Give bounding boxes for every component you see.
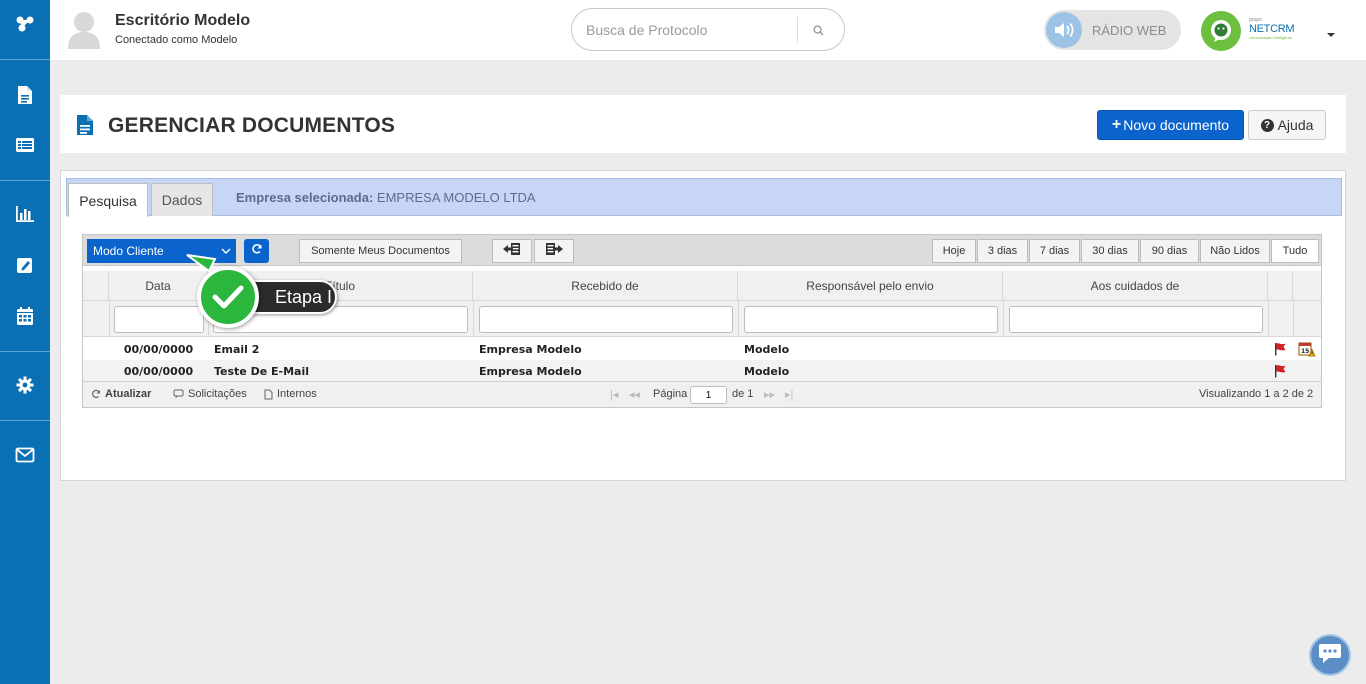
column-header-event xyxy=(1293,271,1319,301)
first-page-icon[interactable]: |◂ xyxy=(610,388,618,401)
speech-bubble-icon xyxy=(173,389,184,399)
column-header-aos-cuidados[interactable]: Aos cuidados de xyxy=(1003,271,1268,301)
cell-cuidados xyxy=(1009,360,1264,382)
column-spacer xyxy=(83,271,109,301)
protocol-search-input[interactable] xyxy=(586,19,791,41)
filter-cuidados-input[interactable] xyxy=(1009,306,1263,333)
cell-data: 00/00/0000 xyxy=(123,364,194,378)
edit-icon[interactable] xyxy=(0,245,50,285)
user-menu-caret-icon[interactable] xyxy=(1326,25,1336,43)
chart-icon[interactable] xyxy=(0,194,50,234)
tab-bar: Pesquisa Dados Empresa selecionada: EMPR… xyxy=(66,178,1342,217)
viewing-count: Visualizando 1 a 2 de 2 xyxy=(1199,388,1314,400)
cell-responsavel: Modelo xyxy=(744,342,790,356)
selected-company: Empresa selecionada: EMPRESA MODELO LTDA xyxy=(236,190,536,205)
netcrm-logo-icon[interactable] xyxy=(1201,11,1241,51)
refresh-icon xyxy=(92,389,101,399)
requests-button[interactable]: Solicitações xyxy=(173,388,247,400)
search-divider xyxy=(797,17,798,43)
tab-dados[interactable]: Dados xyxy=(151,183,213,216)
list-icon[interactable] xyxy=(0,125,50,165)
refresh-grid-button[interactable]: Atualizar xyxy=(91,388,151,400)
brand-name: NETCRM xyxy=(1249,23,1295,35)
cell-cuidados xyxy=(1009,338,1264,360)
step-callout: Etapa I xyxy=(185,253,355,329)
svg-text:15: 15 xyxy=(1301,348,1309,355)
period-90-dias-button[interactable]: 90 dias xyxy=(1140,239,1199,263)
last-page-icon[interactable]: ▸| xyxy=(785,388,793,401)
question-icon: ? xyxy=(1260,118,1274,132)
page-title: GERENCIAR DOCUMENTOS xyxy=(108,114,396,137)
internal-button[interactable]: Internos xyxy=(264,388,317,400)
grid-pager: Atualizar Solicitações Internos |◂ ◂◂ Pá… xyxy=(83,381,1321,407)
plus-icon: + xyxy=(1111,116,1122,133)
help-label: Ajuda xyxy=(1277,117,1314,133)
search-icon[interactable] xyxy=(808,20,828,40)
mail-icon[interactable] xyxy=(0,435,50,475)
radio-web-label: RÁDIO WEB xyxy=(1092,23,1167,38)
column-header-flag xyxy=(1268,271,1293,301)
checkmark-icon xyxy=(197,266,259,328)
column-header-recebido-de[interactable]: Recebido de xyxy=(473,271,738,301)
filter-recebido-input[interactable] xyxy=(479,306,733,333)
help-button[interactable]: ? Ajuda xyxy=(1248,110,1326,140)
period-30-dias-button[interactable]: 30 dias xyxy=(1081,239,1139,263)
selected-company-label: Empresa selecionada: xyxy=(236,190,374,205)
column-header-responsavel[interactable]: Responsável pelo envio xyxy=(738,271,1003,301)
filter-responsavel-input[interactable] xyxy=(744,306,998,333)
refresh-grid-label: Atualizar xyxy=(105,388,152,400)
brand-tagline: comunicação inteligente xyxy=(1249,35,1292,40)
new-document-button[interactable]: + Novo documento xyxy=(1097,110,1244,140)
outbox-arrow-icon xyxy=(544,241,564,262)
cell-recebido: Empresa Modelo xyxy=(479,364,582,378)
chat-bubble-icon xyxy=(1318,642,1342,669)
protocol-search xyxy=(571,8,845,51)
page-header: GERENCIAR DOCUMENTOS + Novo documento ? … xyxy=(60,95,1346,153)
internal-label: Internos xyxy=(277,388,317,400)
requests-label: Solicitações xyxy=(188,388,247,400)
radio-web-button[interactable]: RÁDIO WEB xyxy=(1044,10,1181,50)
red-flag-icon[interactable] xyxy=(1273,338,1291,360)
speaker-icon xyxy=(1046,12,1082,48)
period-tudo-button[interactable]: Tudo xyxy=(1271,239,1319,263)
sent-documents-button[interactable] xyxy=(534,239,574,263)
mode-select-value: Modo Cliente xyxy=(93,244,164,258)
red-flag-icon[interactable] xyxy=(1273,360,1291,382)
selected-company-value: EMPRESA MODELO LTDA xyxy=(376,190,536,205)
inbox-arrow-icon xyxy=(502,241,522,262)
document-icon xyxy=(76,114,94,141)
period-hoje-button[interactable]: Hoje xyxy=(932,239,976,263)
period-7-dias-button[interactable]: 7 dias xyxy=(1029,239,1080,263)
calendar-icon[interactable] xyxy=(0,296,50,336)
cell-recebido: Empresa Modelo xyxy=(479,342,582,356)
period-nao-lidos-button[interactable]: Não Lidos xyxy=(1200,239,1270,263)
period-3-dias-button[interactable]: 3 dias xyxy=(977,239,1028,263)
cell-titulo: Teste De E-Mail xyxy=(214,364,310,378)
callout-text: Etapa I xyxy=(275,287,333,307)
prev-page-icon[interactable]: ◂◂ xyxy=(629,388,640,401)
received-documents-button[interactable] xyxy=(492,239,532,263)
gear-icon[interactable] xyxy=(0,365,50,405)
sidebar xyxy=(0,0,50,684)
avatar[interactable] xyxy=(66,9,102,49)
page-total: de 1 xyxy=(732,388,754,400)
tab-pesquisa[interactable]: Pesquisa xyxy=(68,183,148,217)
office-name: Escritório Modelo xyxy=(115,12,251,29)
page-number-input[interactable] xyxy=(690,386,727,404)
documents-icon[interactable] xyxy=(0,75,50,115)
connected-as: Conectado como Modelo xyxy=(115,34,238,46)
new-document-label: Novo documento xyxy=(1123,117,1230,133)
next-page-icon[interactable]: ▸▸ xyxy=(764,388,775,401)
calendar-event-icon[interactable]: 15 xyxy=(1298,338,1318,360)
cell-responsavel: Modelo xyxy=(744,364,790,378)
cell-data: 00/00/0000 xyxy=(123,342,194,356)
brand-logo-icon[interactable] xyxy=(0,4,50,44)
cell-titulo: Email 2 xyxy=(214,342,260,356)
page-label: Página xyxy=(653,388,688,400)
chat-button[interactable] xyxy=(1309,634,1351,676)
table-row[interactable]: 00/00/0000 Email 2 Empresa Modelo Modelo… xyxy=(83,338,1321,360)
file-icon xyxy=(264,389,273,399)
table-row[interactable]: 00/00/0000 Teste De E-Mail Empresa Model… xyxy=(83,360,1321,382)
